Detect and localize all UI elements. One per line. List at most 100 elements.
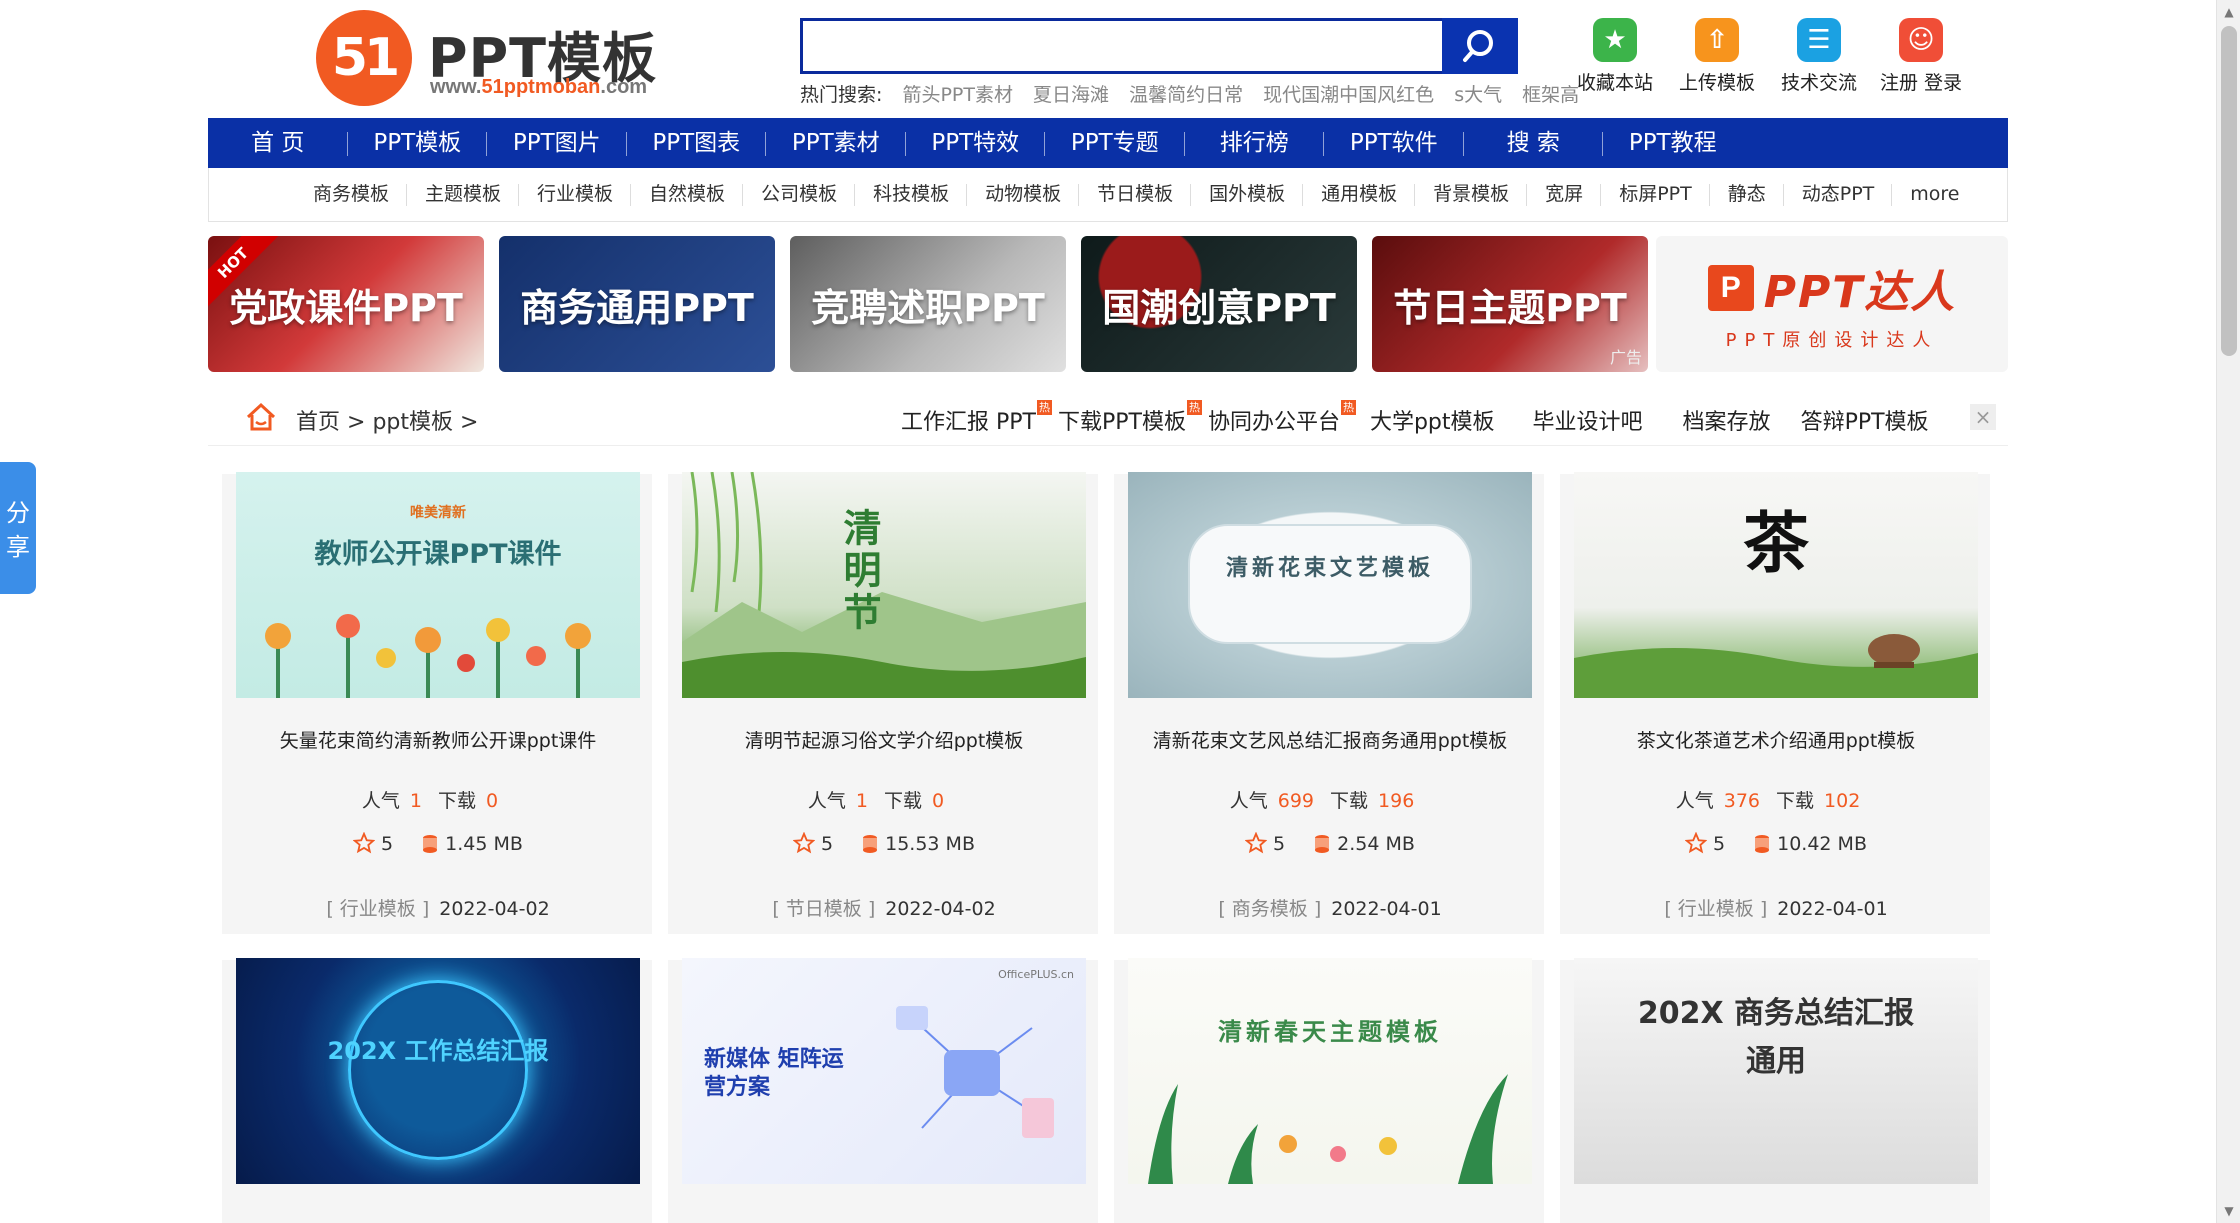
template-thumbnail[interactable]: 清明节 <box>682 472 1086 698</box>
hot-keyword[interactable]: 现代国潮中国风红色 <box>1263 84 1434 106</box>
banner-job-report[interactable]: 竞聘述职PPT <box>790 236 1066 372</box>
banner-business[interactable]: 商务通用PPT <box>499 236 775 372</box>
quick-link[interactable]: 下载PPT模板热 <box>1058 400 1202 436</box>
quick-link[interactable]: 毕业设计吧 <box>1533 404 1643 436</box>
nav-item-home[interactable]: 首 页 <box>208 118 348 168</box>
template-card[interactable]: 茶 茶文化茶道艺术介绍通用ppt模板 人气 376 下载 102 5 10.42 MB… <box>1560 472 1990 934</box>
template-card[interactable]: 202X 商务总结汇报通用 <box>1560 958 1990 1223</box>
subnav-item[interactable]: 静态 <box>1710 168 1784 221</box>
hot-tag: 热 <box>1340 400 1356 415</box>
template-thumbnail[interactable]: 清新花束文艺模板 <box>1128 472 1532 698</box>
subnav-item[interactable]: 国外模板 <box>1191 168 1304 221</box>
nav-item-ppt-materials[interactable]: PPT素材 <box>766 118 906 168</box>
scroll-down-arrow-icon[interactable]: ▼ <box>2217 1199 2240 1223</box>
register-login-button[interactable]: ☺ 注册 登录 <box>1870 18 1972 108</box>
template-title[interactable]: 清明节起源习俗文学介绍ppt模板 <box>682 726 1086 753</box>
template-card[interactable]: 清新春天主题模板 <box>1114 958 1544 1223</box>
nav-item-ppt-charts[interactable]: PPT图表 <box>627 118 767 168</box>
subnav-item[interactable]: 标屏PPT <box>1601 168 1710 221</box>
nav-item-ppt-images[interactable]: PPT图片 <box>487 118 627 168</box>
breadcrumb-home[interactable]: 首页 <box>296 410 340 435</box>
close-icon[interactable]: × <box>1970 404 1996 430</box>
template-title[interactable]: 清新花束文艺风总结汇报商务通用ppt模板 <box>1128 726 1532 753</box>
hot-keyword[interactable]: 箭头PPT素材 <box>902 84 1013 106</box>
subnav-item[interactable]: 自然模板 <box>631 168 744 221</box>
banner-guochao[interactable]: 国潮创意PPT <box>1081 236 1357 372</box>
share-tab[interactable]: 分享 <box>0 462 36 594</box>
template-card[interactable]: 清新花束文艺模板 清新花束文艺风总结汇报商务通用ppt模板 人气 699 下载 196… <box>1114 472 1544 934</box>
template-thumbnail[interactable]: 茶 <box>1574 472 1978 698</box>
search-input[interactable] <box>800 18 1446 74</box>
subnav-item[interactable]: 公司模板 <box>743 168 856 221</box>
rating: 5 <box>1273 833 1286 855</box>
template-thumbnail[interactable]: 202X 商务总结汇报通用 <box>1574 958 1978 1184</box>
breadcrumb-separator: > <box>347 410 366 435</box>
template-thumbnail[interactable]: 清新春天主题模板 <box>1128 958 1532 1184</box>
scrollbar[interactable]: ▲ ▼ <box>2216 0 2240 1223</box>
banner-festival[interactable]: 节日主题PPT 广告 <box>1372 236 1648 372</box>
subnav-item[interactable]: 通用模板 <box>1303 168 1416 221</box>
template-category[interactable]: [ 节日模板 ] <box>772 898 875 920</box>
star-outline-icon <box>1245 832 1268 854</box>
template-title[interactable]: 矢量花束简约清新教师公开课ppt课件 <box>236 726 640 753</box>
bookmark-site-button[interactable]: ★ 收藏本站 <box>1564 18 1666 108</box>
upload-template-button[interactable]: ⇧ 上传模板 <box>1666 18 1768 108</box>
template-date: 2022-04-01 <box>1777 898 1888 920</box>
quick-links: 工作汇报 PPT 热 下载PPT模板热 协同办公平台热 大学ppt模板 毕业设计吧… <box>901 400 1951 436</box>
nav-item-search[interactable]: 搜 索 <box>1464 118 1604 168</box>
template-thumbnail[interactable]: 202X 工作总结汇报 <box>236 958 640 1184</box>
nav-item-ppt-tutorials[interactable]: PPT教程 <box>1603 118 1743 168</box>
nav-item-ppt-software[interactable]: PPT软件 <box>1324 118 1464 168</box>
subnav-item[interactable]: 行业模板 <box>519 168 632 221</box>
banner-party-courseware[interactable]: HOT 党政课件PPT <box>208 236 484 372</box>
nav-item-rankings[interactable]: 排行榜 <box>1185 118 1325 168</box>
home-icon[interactable] <box>244 400 278 434</box>
subnav-item[interactable]: 宽屏 <box>1527 168 1602 221</box>
subnav-item[interactable]: 科技模板 <box>855 168 968 221</box>
subnav-item[interactable]: 背景模板 <box>1415 168 1528 221</box>
template-category[interactable]: [ 行业模板 ] <box>1664 898 1767 920</box>
template-card[interactable]: OfficePLUS.cn 新媒体 矩阵运营方案 <box>668 958 1098 1223</box>
nav-item-ppt-effects[interactable]: PPT特效 <box>906 118 1046 168</box>
banner-title: PPT达人 <box>1763 267 1957 318</box>
template-date: 2022-04-01 <box>1331 898 1442 920</box>
quick-link[interactable]: 协同办公平台热 <box>1208 400 1356 436</box>
hot-keyword[interactable]: 夏日海滩 <box>1033 84 1109 106</box>
logo-url: www.51pptmoban.com <box>430 76 648 98</box>
quick-link[interactable]: 答辩PPT模板 <box>1801 404 1929 436</box>
subnav-item[interactable]: 动态PPT <box>1784 168 1893 221</box>
template-card[interactable]: 202X 工作总结汇报 <box>222 958 652 1223</box>
template-thumbnail[interactable]: 唯美清新 教师公开课PPT课件 <box>236 472 640 698</box>
site-logo[interactable]: 51 PPT模板 www.51pptmoban.com <box>316 8 676 108</box>
nav-item-ppt-templates[interactable]: PPT模板 <box>348 118 488 168</box>
template-thumbnail[interactable]: OfficePLUS.cn 新媒体 矩阵运营方案 <box>682 958 1086 1184</box>
subnav-item[interactable]: 主题模板 <box>407 168 520 221</box>
subnav-item-more[interactable]: more <box>1892 168 1977 221</box>
subnav-item[interactable]: 商务模板 <box>295 168 408 221</box>
hot-search-label: 热门搜索: <box>800 84 883 106</box>
hot-keyword[interactable]: 温馨简约日常 <box>1129 84 1243 106</box>
template-card[interactable]: 唯美清新 教师公开课PPT课件 矢量花束简约清新教师公开课ppt课件 人气 1 下载… <box>222 472 652 934</box>
hot-keyword[interactable]: s大气 <box>1454 84 1502 106</box>
search-button[interactable] <box>1442 18 1518 74</box>
banner-ppt-daren[interactable]: P PPT达人 PPT原创设计达人 <box>1656 236 2008 372</box>
subnav-item[interactable]: 节日模板 <box>1079 168 1192 221</box>
template-category[interactable]: [ 行业模板 ] <box>326 898 429 920</box>
template-category[interactable]: [ 商务模板 ] <box>1218 898 1321 920</box>
quick-link[interactable]: 大学ppt模板 <box>1370 404 1495 436</box>
tool-label: 收藏本站 <box>1576 72 1653 94</box>
ppt-daren-logo: P PPT达人 <box>1707 256 1957 320</box>
quick-link[interactable]: 档案存放 <box>1683 404 1771 436</box>
scroll-up-arrow-icon[interactable]: ▲ <box>2217 0 2240 24</box>
tech-exchange-button[interactable]: ☰ 技术交流 <box>1768 18 1870 108</box>
subnav-item[interactable]: 动物模板 <box>967 168 1080 221</box>
quick-link[interactable]: 工作汇报 PPT 热 <box>901 400 1052 436</box>
scrollbar-thumb[interactable] <box>2221 26 2237 356</box>
thumbnail-title: 茶 <box>1743 504 1809 582</box>
template-title[interactable]: 茶文化茶道艺术介绍通用ppt模板 <box>1574 726 1978 753</box>
star-outline-icon <box>353 832 376 854</box>
breadcrumb-current[interactable]: ppt模板 <box>372 410 453 435</box>
template-card[interactable]: 清明节 清明节起源习俗文学介绍ppt模板 人气 1 下载 0 5 15.53 MB [… <box>668 472 1098 934</box>
file-size: 10.42 MB <box>1777 833 1867 855</box>
nav-item-ppt-topics[interactable]: PPT专题 <box>1045 118 1185 168</box>
